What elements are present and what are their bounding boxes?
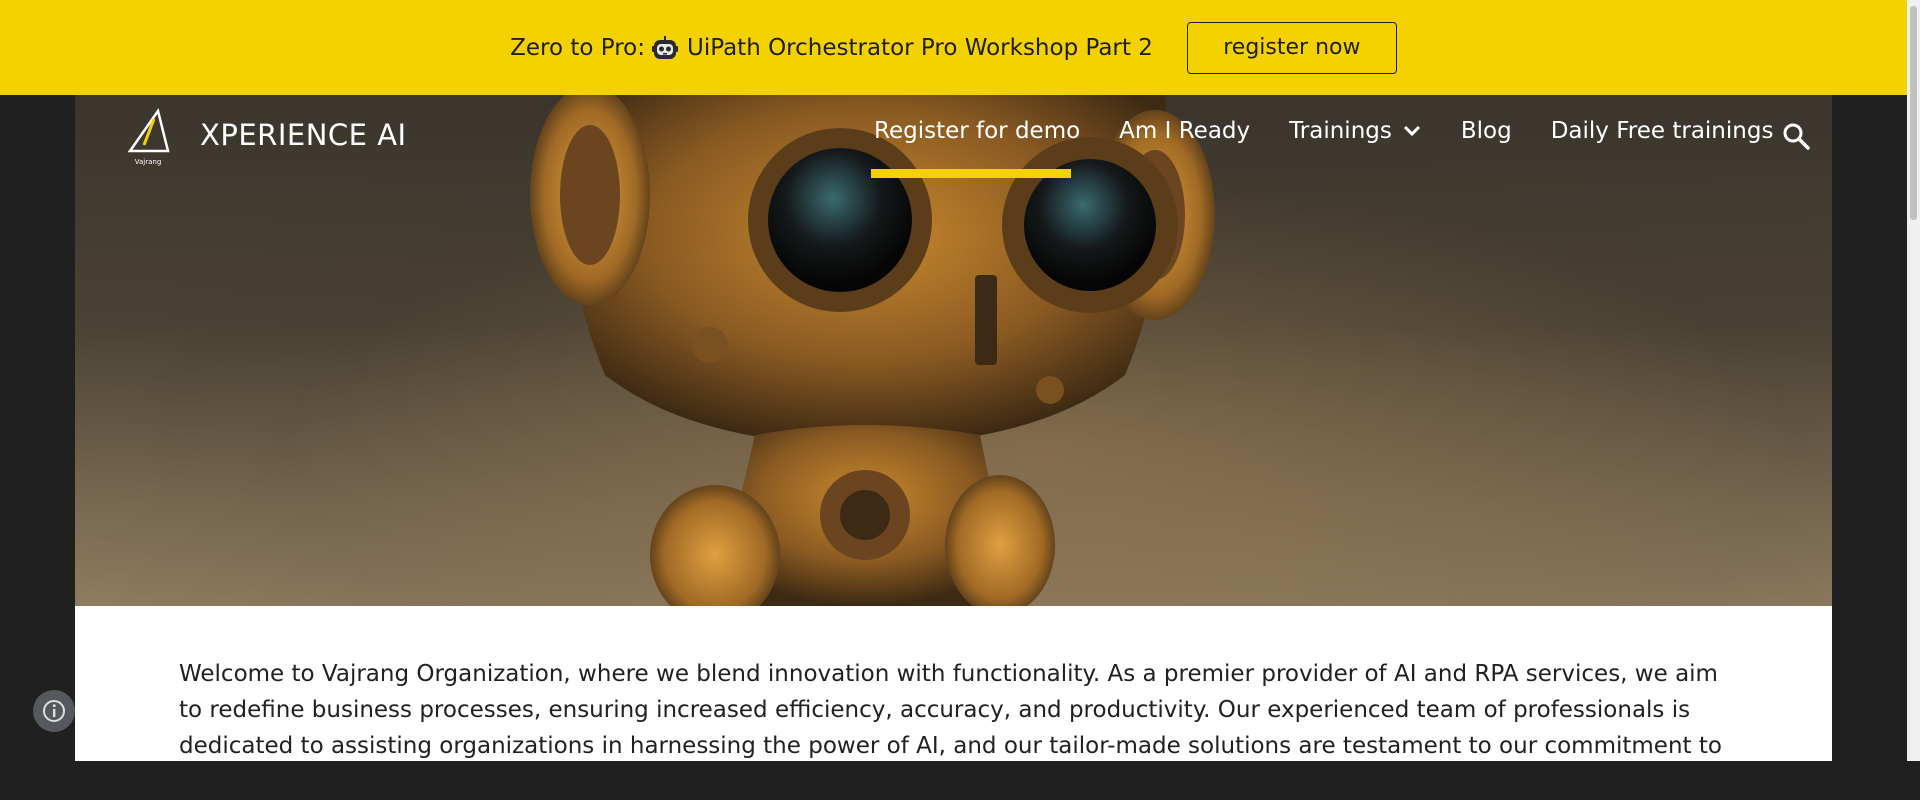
banner-prefix: Zero to Pro: [510,34,646,61]
nav-register-for-demo[interactable]: Register for demo [874,118,1080,144]
register-now-button[interactable]: register now [1186,21,1397,74]
chevron-down-icon [1403,125,1420,137]
active-nav-indicator [871,169,1071,178]
info-icon [43,700,65,722]
logo-caption: Vajrang [135,158,162,166]
intro-paragraph: Welcome to Vajrang Organization, where w… [179,661,1722,795]
banner-title: UiPath Orchestrator Pro Workshop Part 2 [687,34,1153,61]
info-button[interactable] [33,690,75,732]
site-logo[interactable]: Vajrang [124,107,172,167]
scrollbar-thumb[interactable] [1910,6,1917,220]
nav-trainings-label: Trainings [1289,118,1392,144]
main-nav: Register for demo Am I Ready Trainings B… [874,118,1812,144]
nav-daily-free-trainings[interactable]: Daily Free trainings [1551,118,1774,144]
site-title[interactable]: XPERIENCE AI [200,118,407,152]
left-margin [0,95,75,761]
banner-text: Zero to Pro: UiPath Orchestrator Pro Wor… [510,34,1153,62]
scrollbar[interactable] [1907,0,1920,761]
nav-blog[interactable]: Blog [1461,118,1512,144]
nav-am-i-ready[interactable]: Am I Ready [1119,118,1250,144]
announcement-banner: Zero to Pro: UiPath Orchestrator Pro Wor… [0,0,1907,95]
search-icon[interactable] [1781,121,1811,151]
robot-face-icon [652,35,679,59]
main-content: Welcome to Vajrang Organization, where w… [75,606,1832,795]
nav-trainings[interactable]: Trainings [1289,118,1422,144]
